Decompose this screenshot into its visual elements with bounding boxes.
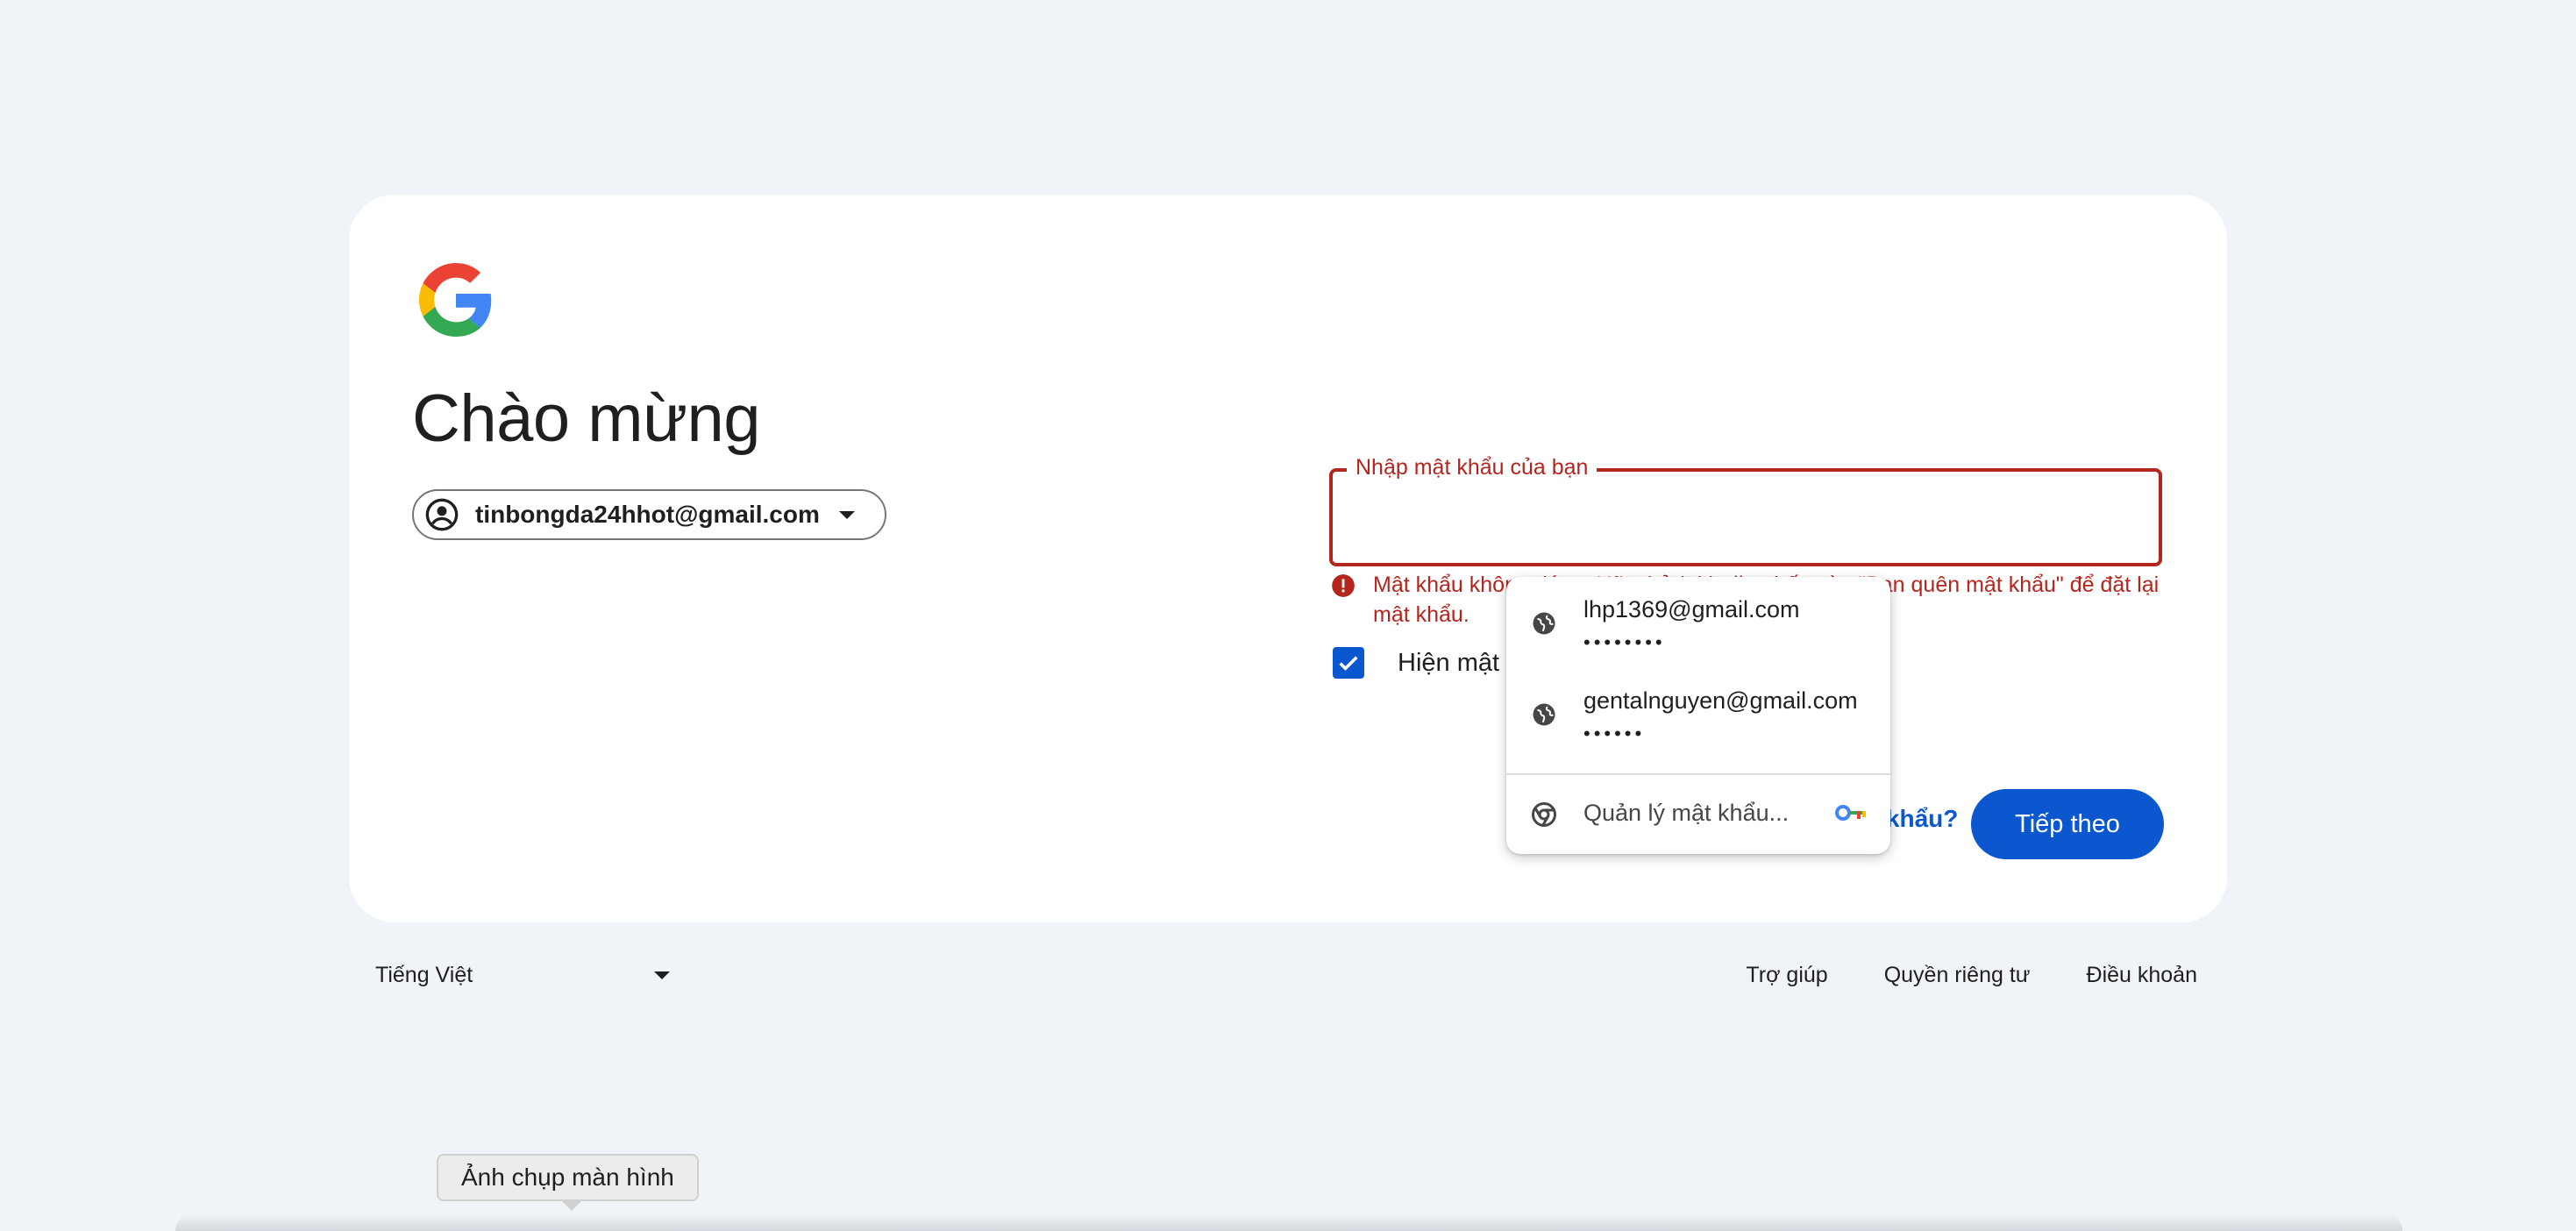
globe-icon [1533,703,1555,726]
autofill-username: gentalnguyen@gmail.com [1583,687,1858,714]
footer-link-terms[interactable]: Điều khoản [2087,963,2197,988]
password-field[interactable]: Nhập mật khẩu của bạn [1329,452,2162,566]
chevron-down-icon [838,510,855,519]
chevron-down-icon [654,971,670,979]
password-field-label: Nhập mật khẩu của bạn [1347,452,1598,482]
language-label: Tiếng Việt [375,963,473,987]
tooltip-tail [561,1200,582,1211]
account-email: tinbongda24hhot@gmail.com [475,501,820,528]
password-autofill-popup: lhp1369@gmail.com •••••••• gentalnguyen@… [1506,577,1890,854]
account-chooser[interactable]: tinbongda24hhot@gmail.com [412,489,886,540]
password-input[interactable] [1354,489,2129,544]
account-circle-icon [425,498,459,531]
key-icon [1835,805,1866,821]
chrome-icon [1532,802,1556,827]
manage-passwords-item[interactable]: Quản lý mật khẩu... [1506,775,1890,854]
tooltip: Ảnh chụp màn hình [437,1154,699,1201]
checkmark-icon [1339,656,1358,671]
language-selector[interactable]: Tiếng Việt [375,963,673,988]
footer-links: Trợ giúp Quyền riêng tư Điều khoản [1746,963,2197,988]
autofill-suggestion[interactable]: gentalnguyen@gmail.com •••••• [1506,668,1890,759]
page-title: Chào mừng [412,381,761,456]
manage-passwords-label: Quản lý mật khẩu... [1583,800,1790,826]
show-password-checkbox[interactable] [1333,647,1364,679]
globe-icon [1533,612,1555,635]
google-logo-icon [419,263,492,337]
footer-link-privacy[interactable]: Quyền riêng tư [1884,963,2031,988]
autofill-suggestion[interactable]: lhp1369@gmail.com •••••••• [1506,577,1890,668]
autofill-password-mask: •••••••• [1583,631,1666,653]
autofill-password-mask: •••••• [1583,722,1646,744]
next-button[interactable]: Tiếp theo [1971,789,2164,859]
dock-edge [175,1213,2402,1231]
signin-card: Chào mừng tinbongda24hhot@gmail.com Nhập… [349,195,2227,922]
autofill-username: lhp1369@gmail.com [1583,596,1800,623]
error-icon [1332,574,1355,597]
footer-link-help[interactable]: Trợ giúp [1746,963,1827,988]
